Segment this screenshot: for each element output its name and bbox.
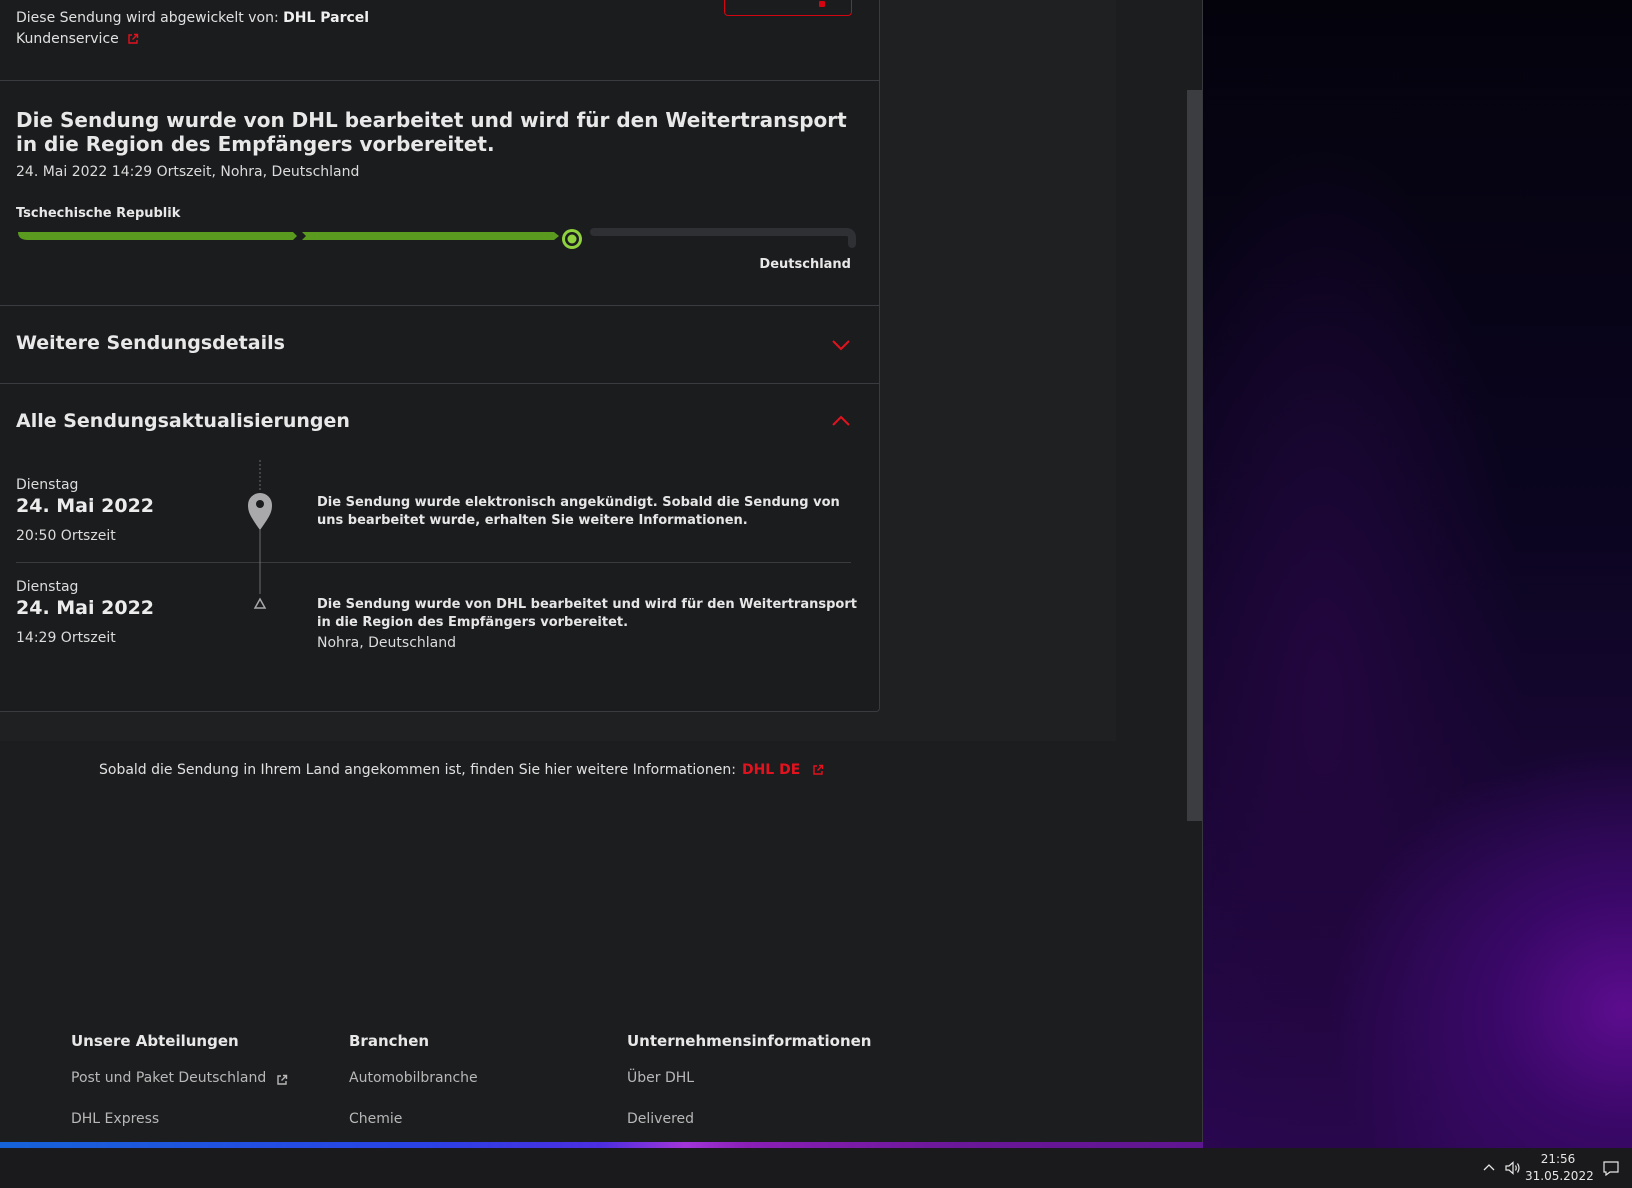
progress-segment-2 (302, 232, 559, 240)
system-clock[interactable]: 21:56 31.05.2022 (1525, 1151, 1594, 1185)
browser-window: Diese Sendung wird abgewickelt von: DHL … (0, 0, 1203, 1142)
footer-link-label: Post und Paket Deutschland (71, 1070, 267, 1086)
event-date: 24. Mai 2022 (16, 495, 155, 517)
more-details-title[interactable]: Weitere Sendungsdetails (16, 332, 285, 354)
event-weekday: Dienstag (16, 579, 79, 595)
carrier-name: DHL Parcel (283, 10, 370, 26)
clock-date: 31.05.2022 (1525, 1169, 1594, 1183)
progress-segment-1 (18, 226, 297, 240)
footer-column-company: Unternehmensinformationen Über DHL Deliv… (627, 1032, 872, 1152)
footer-heading: Unsere Abteilungen (71, 1032, 239, 1050)
customer-service-link[interactable]: Kundenservice (16, 31, 139, 47)
footer-link[interactable]: Über DHL (627, 1070, 872, 1111)
event-date: 24. Mai 2022 (16, 597, 155, 619)
triangle-marker-icon (253, 597, 267, 609)
handled-by-prefix: Diese Sendung wird abgewickelt von: (16, 10, 279, 26)
button-icon (819, 1, 825, 7)
country-info-line: Sobald die Sendung in Ihrem Land angekom… (99, 762, 824, 778)
event-time: 14:29 Ortszeit (16, 630, 116, 646)
progress-remaining-track (590, 228, 856, 248)
event-timeline (248, 460, 272, 609)
origin-country: Tschechische Republik (16, 206, 181, 221)
scrollbar-thumb[interactable] (1187, 90, 1202, 821)
footer-heading: Unternehmensinformationen (627, 1032, 872, 1050)
speaker-icon[interactable] (1504, 1160, 1522, 1176)
clock-time: 21:56 (1540, 1152, 1576, 1166)
taskbar: 21:56 31.05.2022 (0, 1148, 1632, 1188)
location-pin-icon (248, 493, 272, 530)
handled-by-row: Diese Sendung wird abgewickelt von: DHL … (16, 10, 369, 26)
external-link-icon (128, 33, 138, 44)
dhl-de-link[interactable]: DHL DE (742, 762, 800, 778)
destination-country: Deutschland (759, 257, 851, 272)
card-divider (0, 383, 880, 384)
card-divider (0, 305, 880, 306)
chevron-down-icon[interactable] (830, 338, 852, 352)
shipment-progress-bar (18, 226, 856, 249)
notification-center-icon[interactable] (1602, 1160, 1620, 1176)
customer-service-label: Kundenservice (16, 31, 119, 47)
country-info-text: Sobald die Sendung in Ihrem Land angekom… (99, 762, 736, 778)
event-location: Nohra, Deutschland (317, 635, 456, 651)
all-updates-title[interactable]: Alle Sendungsaktualisierungen (16, 410, 350, 432)
external-link-icon (277, 1074, 288, 1085)
card-action-button[interactable] (724, 0, 852, 16)
external-link-icon[interactable] (812, 764, 824, 776)
status-headline: Die Sendung wurde von DHL bearbeitet und… (16, 108, 847, 156)
shipment-card: Diese Sendung wird abgewickelt von: DHL … (0, 0, 880, 712)
event-weekday: Dienstag (16, 477, 79, 493)
event-divider (16, 562, 851, 563)
status-timestamp-location: 24. Mai 2022 14:29 Ortszeit, Nohra, Deut… (16, 164, 360, 180)
footer-link[interactable]: Post und Paket Deutschland (71, 1070, 288, 1111)
footer-heading: Branchen (349, 1032, 430, 1050)
card-divider (0, 80, 880, 81)
footer-column-divisions: Unsere Abteilungen Post und Paket Deutsc… (71, 1032, 288, 1152)
chevron-up-icon[interactable] (1480, 1160, 1498, 1176)
footer-link-label: DHL Express (71, 1111, 160, 1127)
footer-column-industries: Branchen Automobilbranche Chemie (349, 1032, 478, 1152)
chevron-up-icon[interactable] (830, 414, 852, 428)
event-description: Die Sendung wurde elektronisch angekündi… (317, 495, 840, 528)
footer-link[interactable]: Automobilbranche (349, 1070, 478, 1111)
desktop-wallpaper (1203, 0, 1632, 1148)
event-time: 20:50 Ortszeit (16, 528, 116, 544)
event-description: Die Sendung wurde von DHL bearbeitet und… (317, 597, 857, 630)
